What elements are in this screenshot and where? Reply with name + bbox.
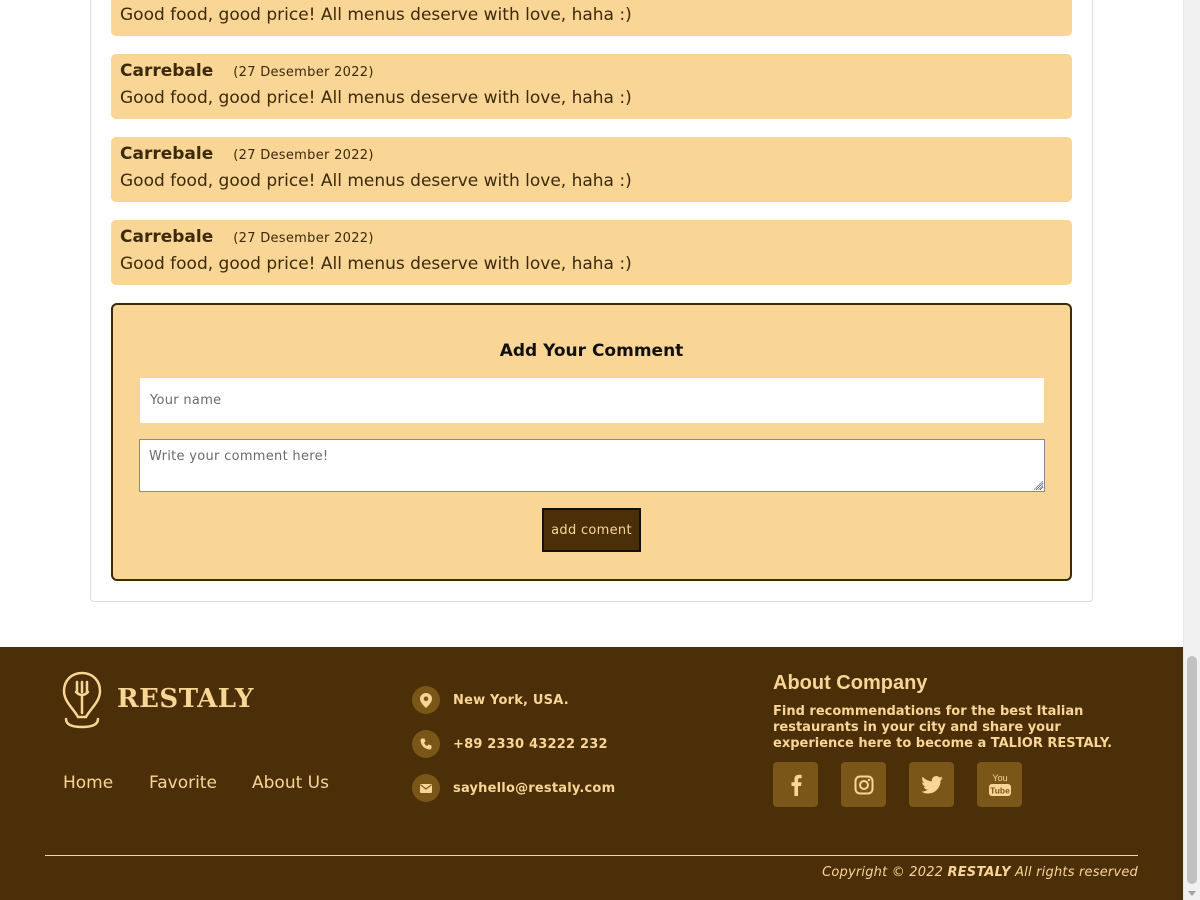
copyright-prefix: Copyright © 2022	[822, 865, 944, 880]
add-comment-button[interactable]: add coment	[542, 508, 641, 552]
comment-item: Carrebale (27 Desember 2022) Good food, …	[111, 220, 1072, 285]
scroll-down-arrow-icon[interactable]	[1188, 891, 1196, 896]
svg-text:You: You	[992, 773, 1007, 783]
mail-icon	[412, 774, 440, 802]
comment-item: Carrebale (27 Desember 2022) Good food, …	[111, 137, 1072, 202]
phone-icon	[412, 730, 440, 758]
comment-text: Good food, good price! All menus deserve…	[120, 88, 632, 108]
nav-about-link[interactable]: About Us	[252, 773, 329, 793]
brand-name: RESTALY	[117, 684, 254, 714]
name-input[interactable]	[140, 378, 1044, 423]
facebook-icon[interactable]	[773, 762, 818, 807]
comment-text: Good food, good price! All menus deserve…	[120, 254, 632, 274]
copyright-text: Copyright © 2022 RESTALY All rights rese…	[822, 865, 1138, 880]
comment-item: Good food, good price! All menus deserve…	[111, 0, 1072, 36]
add-comment-form: Add Your Comment add coment	[111, 303, 1072, 581]
youtube-icon[interactable]: You Tube	[977, 762, 1022, 807]
location-text: New York, USA.	[453, 692, 569, 708]
phone-text: +89 2330 43222 232	[453, 736, 608, 752]
copyright-brand: RESTALY	[947, 865, 1011, 880]
comment-author: Carrebale	[120, 61, 214, 81]
site-footer: RESTALY Home Favorite About Us New York,…	[0, 647, 1183, 900]
twitter-icon[interactable]	[909, 762, 954, 807]
comment-date: (27 Desember 2022)	[233, 231, 374, 246]
comment-date: (27 Desember 2022)	[233, 65, 374, 80]
comment-text: Good food, good price! All menus deserve…	[120, 171, 632, 191]
comment-text: Good food, good price! All menus deserve…	[120, 5, 632, 25]
instagram-icon[interactable]	[841, 762, 886, 807]
restaurant-logo-icon	[62, 671, 102, 729]
comment-textarea[interactable]	[139, 439, 1045, 492]
contact-location: New York, USA.	[412, 686, 569, 714]
email-text[interactable]: sayhello@restaly.com	[453, 781, 615, 796]
comment-date: (27 Desember 2022)	[233, 148, 374, 163]
svg-text:Tube: Tube	[990, 785, 1010, 795]
location-pin-icon	[412, 686, 440, 714]
form-title: Add Your Comment	[499, 341, 684, 361]
footer-divider	[45, 855, 1138, 856]
contact-phone: +89 2330 43222 232	[412, 730, 608, 758]
page-scrollbar[interactable]	[1183, 0, 1200, 900]
contact-email: sayhello@restaly.com	[412, 774, 615, 802]
nav-favorite-link[interactable]: Favorite	[149, 773, 217, 793]
copyright-suffix: All rights reserved	[1015, 865, 1138, 880]
scrollbar-thumb[interactable]	[1187, 656, 1197, 884]
comment-item: Carrebale (27 Desember 2022) Good food, …	[111, 54, 1072, 119]
about-company-text: Find recommendations for the best Italia…	[773, 704, 1113, 751]
about-company-title: About Company	[773, 672, 928, 694]
comment-author: Carrebale	[120, 227, 214, 247]
nav-home-link[interactable]: Home	[63, 773, 113, 793]
comment-author: Carrebale	[120, 144, 214, 164]
